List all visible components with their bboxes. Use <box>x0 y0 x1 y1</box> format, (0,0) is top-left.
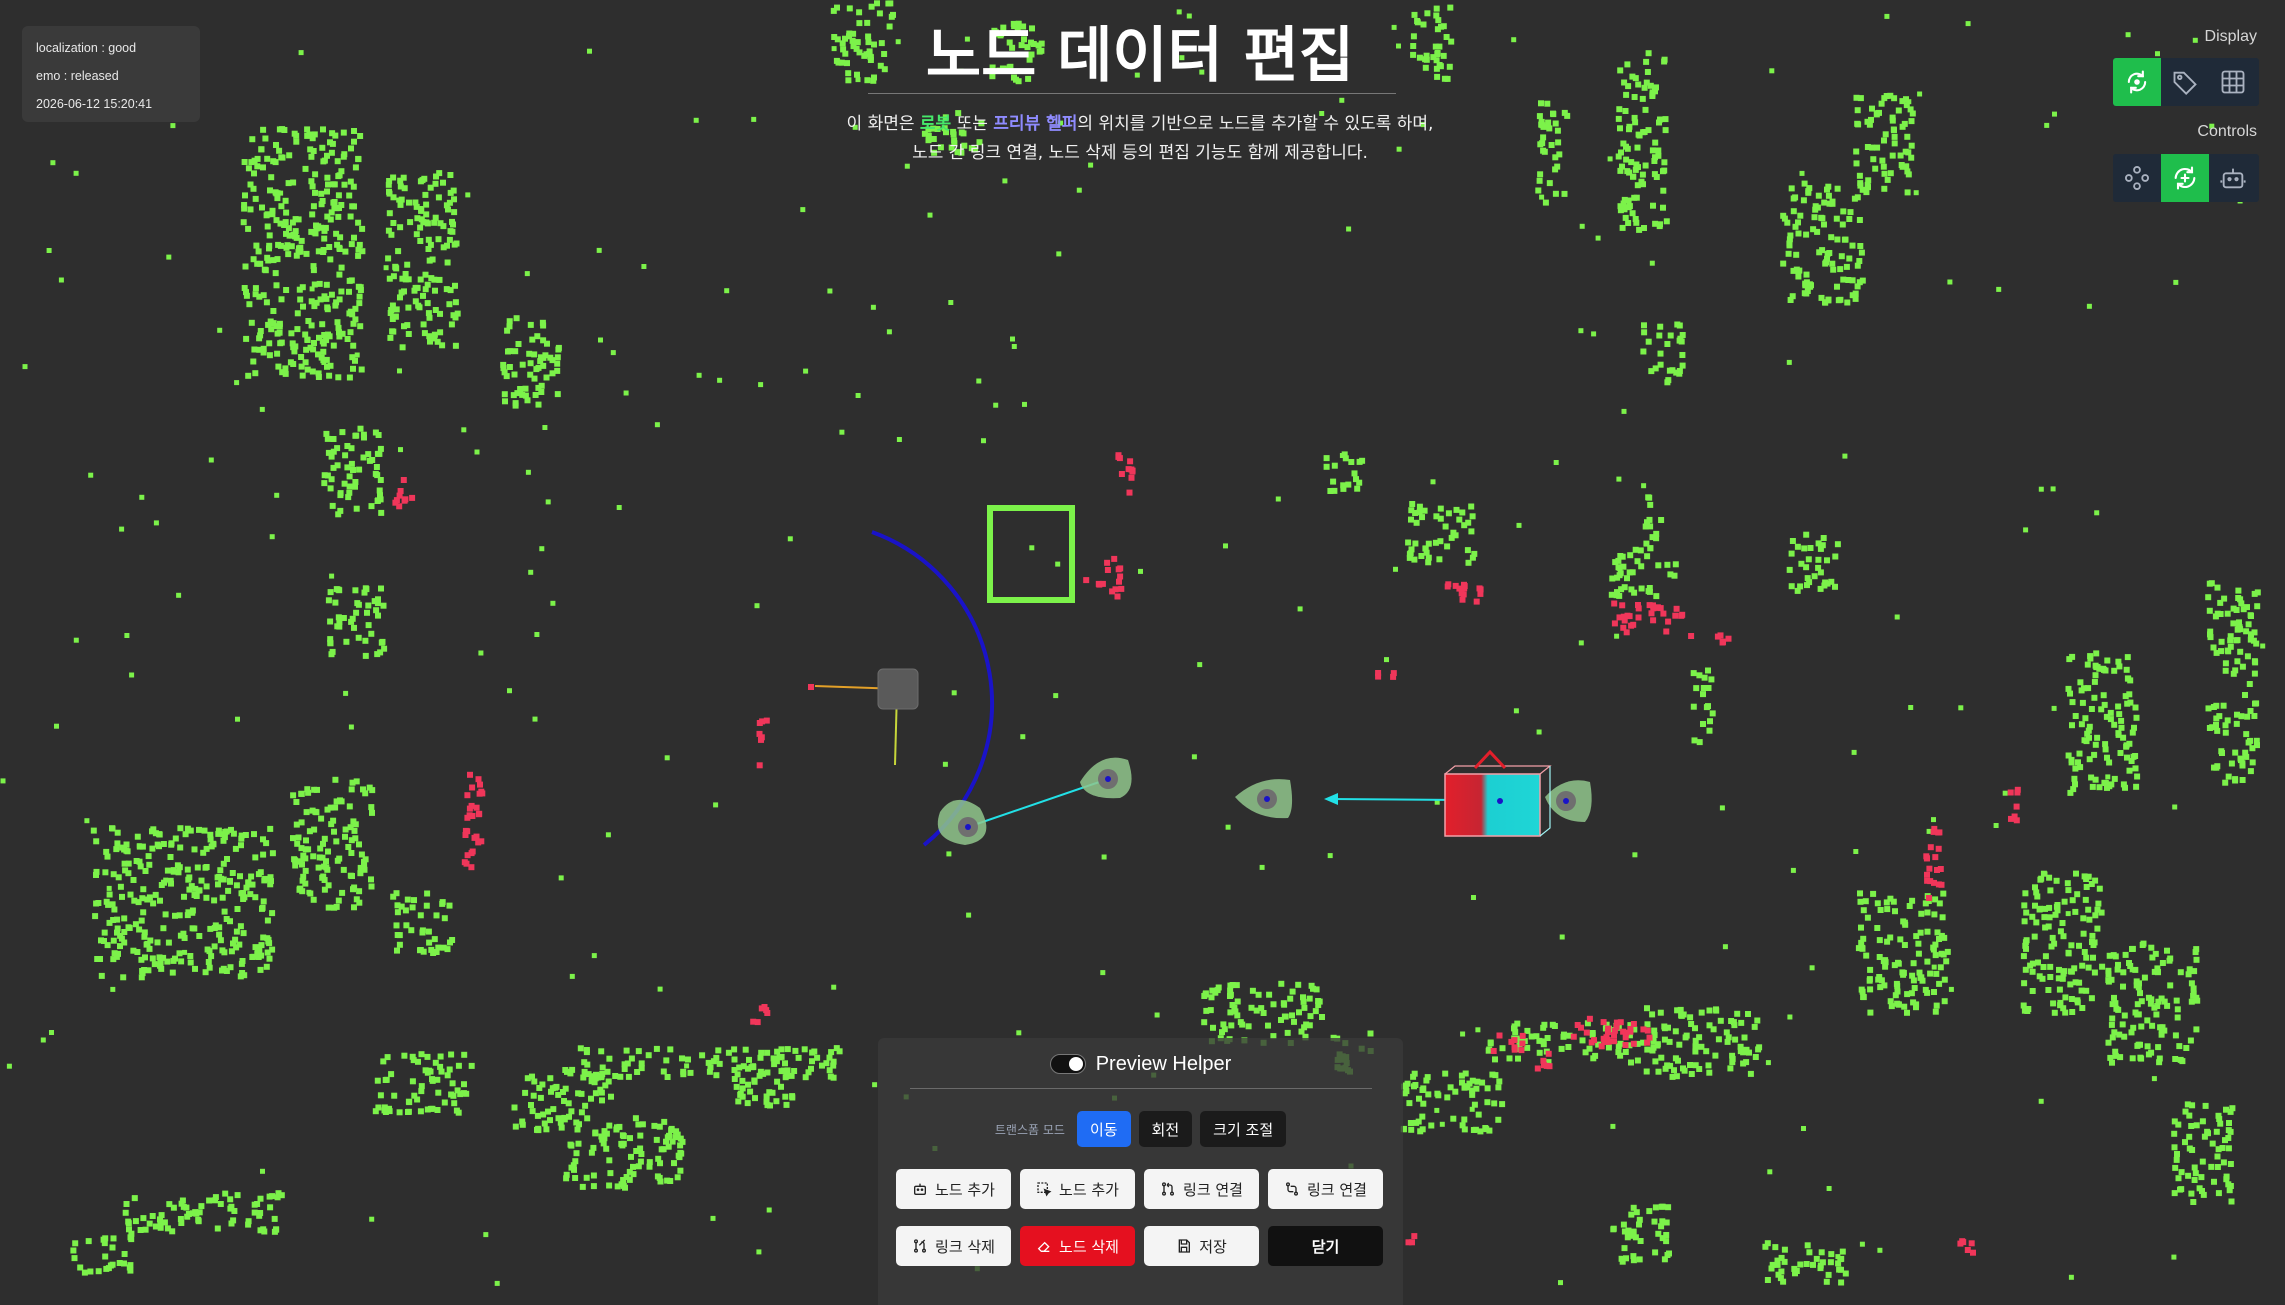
save-label: 저장 <box>1199 1237 1227 1256</box>
transform-mode-row: 트랜스폼 모드 이동 회전 크기 조절 <box>878 1110 1403 1148</box>
display-label: Display <box>2204 28 2257 45</box>
wifi-sync-icon <box>2127 70 2147 94</box>
panel-divider <box>910 1088 1372 1089</box>
add-node-preview-label: 노드 추가 <box>1059 1180 1119 1199</box>
description-prefix: 이 화면은 <box>846 114 920 134</box>
git-pull-icon <box>1162 1182 1175 1196</box>
link-delete-button[interactable]: 링크 삭제 <box>896 1226 1011 1266</box>
mode-move-button[interactable]: 이동 <box>1076 1111 1131 1147</box>
node-link-arrow[interactable] <box>1329 798 1461 801</box>
preview-helper-row: Preview Helper <box>878 1046 1403 1082</box>
transform-mode-label: 트랜스폼 모드 <box>994 1122 1065 1137</box>
map-node[interactable] <box>1080 757 1132 799</box>
grid-button[interactable] <box>2209 58 2257 106</box>
node-delete-button[interactable]: 노드 삭제 <box>1020 1226 1135 1266</box>
add-node-robot-label: 노드 추가 <box>935 1180 995 1199</box>
description-mid: 또는 <box>951 114 994 134</box>
rotate-button[interactable] <box>2161 154 2209 202</box>
description-suffix: 의 위치를 기반으로 노드를 추가할 수 있도록 하며, <box>1077 114 1434 134</box>
git-compare-icon <box>1286 1182 1299 1196</box>
preview-helper-label: Preview Helper <box>1095 1052 1232 1075</box>
title-divider <box>868 93 1396 94</box>
map-node[interactable] <box>937 799 987 845</box>
transform-box[interactable] <box>1444 749 1552 837</box>
controls-toolbar <box>2113 154 2259 202</box>
datetime-status: 2026-06-12 15:20:41 <box>36 97 153 111</box>
add-node-preview-button[interactable]: 노드 추가 <box>1020 1169 1135 1209</box>
tag-button[interactable] <box>2161 58 2209 106</box>
mode-rotate-button[interactable]: 회전 <box>1138 1111 1193 1147</box>
map-node[interactable] <box>1235 779 1293 819</box>
obstacle-square <box>987 505 1075 603</box>
robot-marker[interactable] <box>808 668 919 766</box>
robot-icon <box>2220 168 2246 189</box>
controls-label: Controls <box>2197 123 2257 140</box>
save-button[interactable]: 저장 <box>1144 1226 1259 1266</box>
emo-status: emo : released <box>36 69 119 83</box>
add-node-robot-button[interactable]: 노드 추가 <box>896 1169 1011 1209</box>
description-preview: 프리뷰 헬퍼 <box>993 114 1078 134</box>
close-button[interactable]: 닫기 <box>1268 1226 1383 1266</box>
display-toolbar <box>2113 58 2259 106</box>
edit-panel: Preview Helper 트랜스폼 모드 이동 회전 크기 조절 노드 추가… <box>878 1038 1403 1305</box>
description-line2: 노드 간 링크 연결, 노드 삭제 등의 편집 기능도 함께 제공합니다. <box>912 143 1368 163</box>
robot-button[interactable] <box>2209 154 2257 202</box>
link-connect-label: 링크 연결 <box>1183 1180 1243 1199</box>
status-panel: localization : good emo : released 2026-… <box>22 26 200 122</box>
page-description: 이 화면은 로봇 또는 프리뷰 헬퍼의 위치를 기반으로 노드를 추가할 수 있… <box>820 110 1460 168</box>
gamepad-icon <box>2124 165 2150 191</box>
page-title: 노드 데이터 편집 <box>925 21 1355 91</box>
action-buttons: 노드 추가 노드 추가 링크 연결 링크 연결 링크 삭제 노드 삭제 저장 닫… <box>896 1169 1386 1266</box>
link-connect-button[interactable]: 링크 연결 <box>1144 1169 1259 1209</box>
gamepad-button[interactable] <box>2113 154 2161 202</box>
link-connect-preview-label: 링크 연결 <box>1307 1180 1367 1199</box>
preview-helper-toggle[interactable] <box>1049 1054 1086 1074</box>
rotate-arrows-icon <box>2174 166 2196 190</box>
grid-icon <box>2221 70 2245 94</box>
wifi-sync-button[interactable] <box>2113 58 2161 106</box>
localization-status: localization : good <box>36 41 137 55</box>
mode-scale-button[interactable]: 크기 조절 <box>1200 1111 1287 1147</box>
map-node[interactable] <box>1545 780 1592 822</box>
tag-icon <box>2173 71 2197 95</box>
node-delete-label: 노드 삭제 <box>1059 1237 1119 1256</box>
save-icon <box>1178 1239 1191 1253</box>
unlink-icon <box>914 1239 927 1253</box>
dashed-cursor-icon <box>1037 1182 1052 1197</box>
link-arrow-head <box>1324 793 1338 805</box>
link-connect-preview-button[interactable]: 링크 연결 <box>1268 1169 1383 1209</box>
link-delete-label: 링크 삭제 <box>935 1237 995 1256</box>
eraser-icon <box>1037 1241 1050 1252</box>
description-robot: 로봇 <box>919 114 952 134</box>
robot-icon <box>914 1183 927 1195</box>
